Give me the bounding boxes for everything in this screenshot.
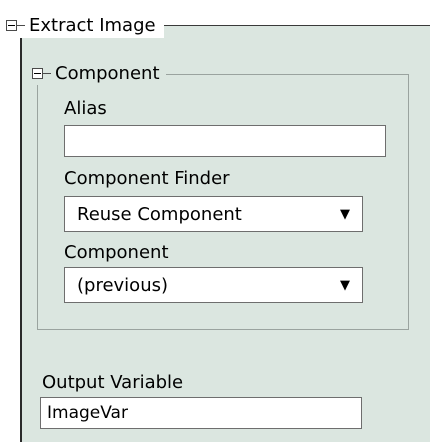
group-border-left bbox=[20, 25, 22, 442]
component-finder-value: Reuse Component bbox=[77, 203, 242, 225]
extract-image-header: Extract Image bbox=[6, 12, 164, 38]
collapse-extract-image-icon[interactable] bbox=[6, 19, 17, 31]
component-value: (previous) bbox=[77, 274, 169, 296]
dropdown-arrow-icon: ▼ bbox=[340, 277, 350, 293]
component-finder-label: Component Finder bbox=[64, 168, 230, 189]
component-finder-select[interactable]: Reuse Component ▼ bbox=[64, 196, 363, 232]
alias-label: Alias bbox=[64, 98, 107, 119]
output-variable-input[interactable] bbox=[40, 397, 362, 429]
component-group-header: Component bbox=[30, 61, 166, 85]
alias-input[interactable] bbox=[64, 125, 386, 157]
extract-image-title: Extract Image bbox=[29, 14, 156, 36]
component-group-title: Component bbox=[55, 62, 160, 84]
dropdown-arrow-icon: ▼ bbox=[340, 206, 350, 222]
component-label: Component bbox=[64, 242, 169, 263]
collapse-component-icon[interactable] bbox=[32, 67, 43, 79]
component-select[interactable]: (previous) ▼ bbox=[64, 267, 363, 303]
output-variable-label: Output Variable bbox=[42, 372, 184, 393]
